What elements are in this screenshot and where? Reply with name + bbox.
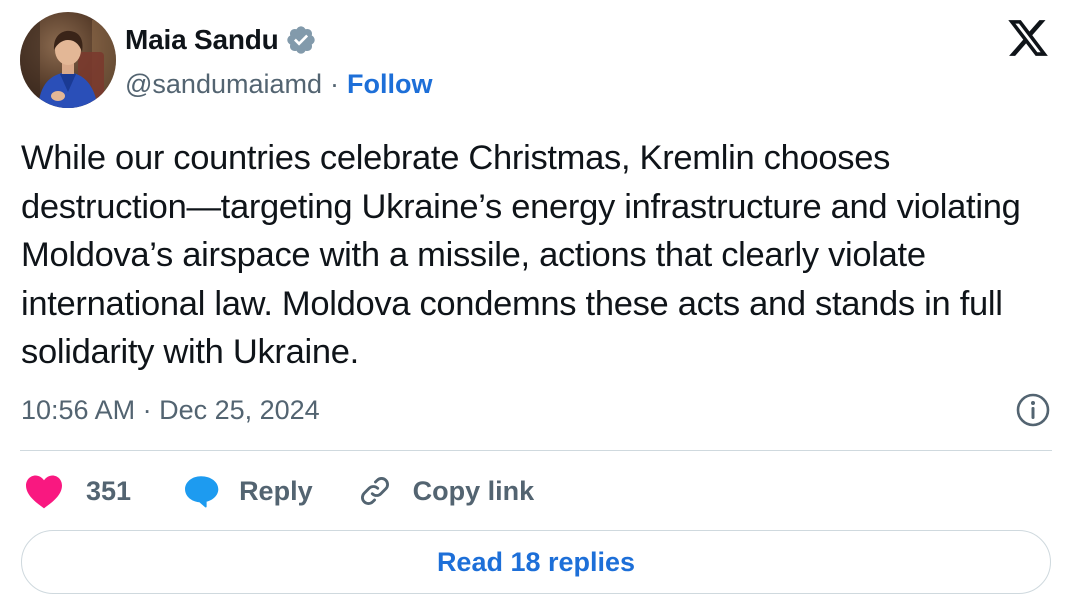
tweet-embed-card: Maia Sandu @sandumaiamd · Follow While o…	[0, 0, 1077, 616]
profile-photo	[20, 12, 116, 108]
speech-bubble-icon	[185, 476, 219, 508]
author-display-name[interactable]: Maia Sandu	[125, 24, 279, 56]
heart-icon	[26, 475, 62, 509]
tweet-timestamp[interactable]: 10:56 AM · Dec 25, 2024	[21, 395, 320, 426]
divider	[20, 450, 1052, 451]
avatar[interactable]	[20, 12, 116, 108]
read-replies-button[interactable]: Read 18 replies	[21, 530, 1051, 594]
verified-badge-icon	[285, 24, 317, 56]
link-icon	[360, 477, 389, 505]
tweet-actions-bar: 351 Reply Copy link	[24, 468, 534, 514]
like-count: 351	[86, 475, 132, 506]
copy-link-label: Copy link	[412, 475, 535, 506]
author-name-row: Maia Sandu	[125, 22, 317, 58]
x-logo-icon[interactable]	[1005, 16, 1051, 60]
follow-button[interactable]: Follow	[347, 69, 432, 100]
read-replies-label: Read 18 replies	[436, 546, 636, 577]
tweet-text: While our countries celebrate Christmas,…	[21, 139, 1021, 371]
author-handle[interactable]: @sandumaiamd	[125, 69, 322, 100]
like-button[interactable]: 351	[24, 473, 131, 509]
copy-link-button[interactable]: Copy link	[357, 473, 535, 509]
separator-dot: ·	[330, 68, 340, 99]
author-handle-row: @sandumaiamd · Follow	[125, 66, 433, 102]
info-icon[interactable]	[1015, 392, 1051, 428]
tweet-timestamp-row: 10:56 AM · Dec 25, 2024	[21, 392, 320, 428]
reply-label: Reply	[239, 475, 313, 506]
reply-button[interactable]: Reply	[183, 474, 313, 508]
